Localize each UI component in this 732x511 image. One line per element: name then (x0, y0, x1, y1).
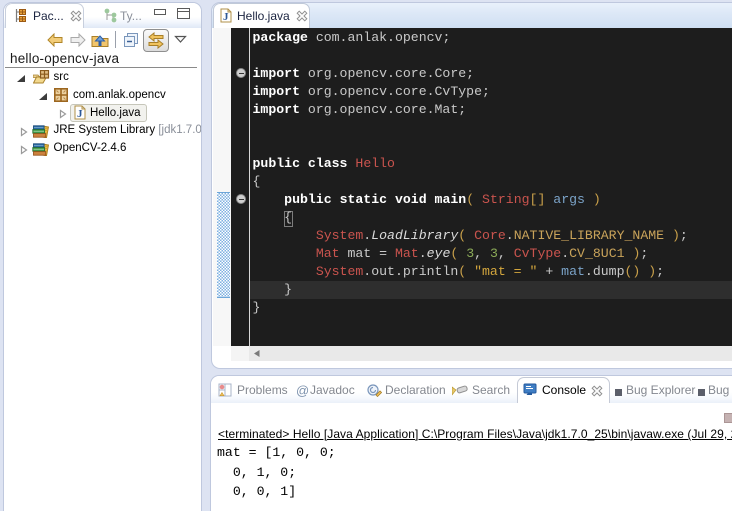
svg-text:J: J (77, 108, 83, 120)
svg-text:J: J (223, 11, 229, 23)
